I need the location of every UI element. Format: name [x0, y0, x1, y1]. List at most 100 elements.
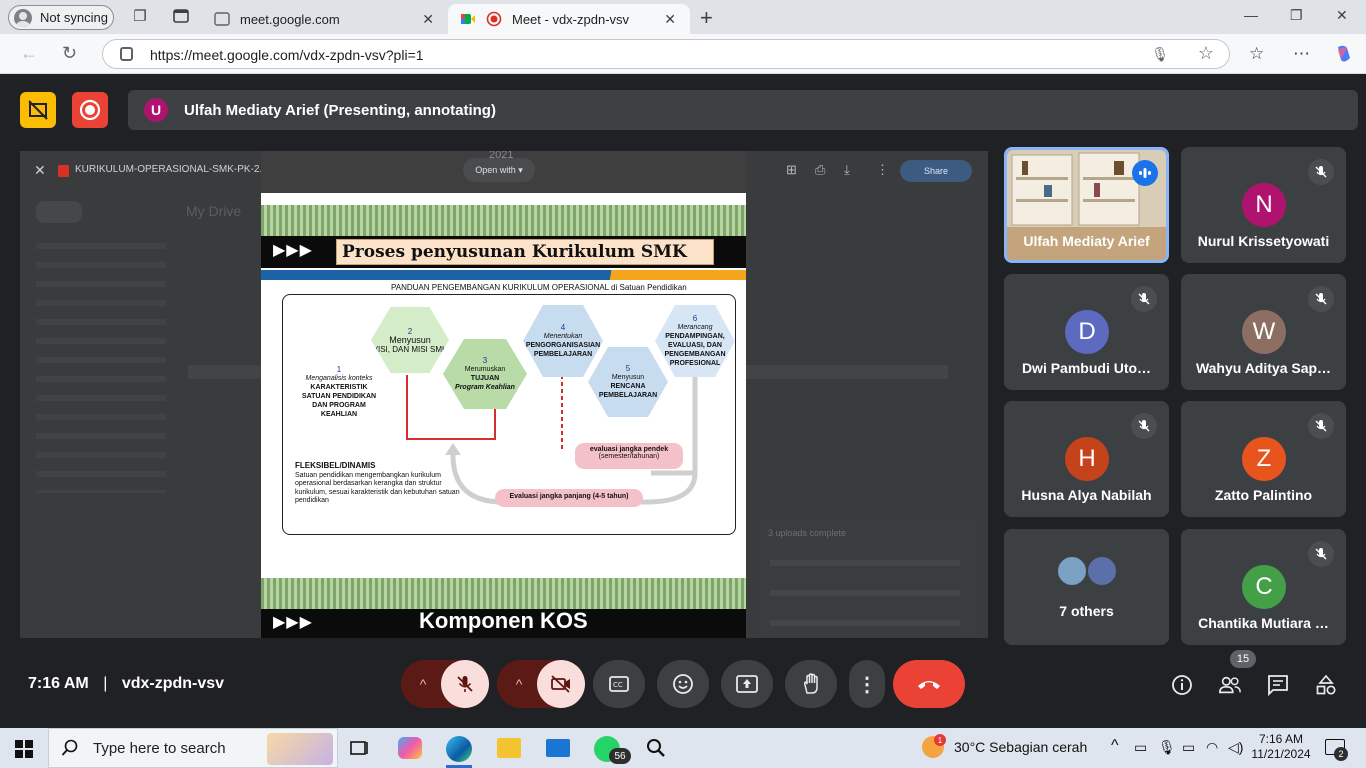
edge-browser-icon[interactable] [446, 736, 472, 762]
favorites-icon[interactable]: ☆ [1249, 44, 1264, 64]
speaking-indicator-icon [1132, 160, 1158, 186]
recording-icon [486, 11, 502, 27]
step-1-text: KARAKTERISTIK SATUAN PENDIDIKAN DAN PROG… [301, 384, 377, 418]
eval-short-pill: evaluasi jangka pendek (semester/tahunan… [575, 443, 683, 469]
reactions-button[interactable] [657, 660, 709, 708]
show-hidden-icons-icon[interactable]: ^ [1111, 737, 1119, 755]
step-3-number: 3 [482, 356, 488, 365]
present-stop-button[interactable] [20, 92, 56, 128]
volume-icon[interactable]: ◁) [1228, 739, 1243, 756]
taskbar-clock[interactable]: 7:16 AM 11/21/2024 [1251, 732, 1311, 762]
new-tab-icon[interactable]: + [700, 5, 713, 31]
activities-button[interactable] [1314, 673, 1338, 697]
camera-tray-icon[interactable]: ▭ [1134, 739, 1147, 756]
people-button[interactable] [1218, 673, 1242, 697]
captions-icon: CC [609, 676, 629, 692]
taskbar-search-box[interactable]: Type here to search [48, 728, 338, 768]
more-vert-icon: ⋮ [857, 673, 877, 696]
camera-toggle-button[interactable] [537, 660, 585, 708]
camera-off-icon [551, 675, 570, 693]
battery-icon[interactable]: ▭ [1182, 739, 1195, 756]
wifi-icon[interactable]: ◠ [1206, 739, 1218, 756]
others-label: 7 others [1059, 603, 1114, 619]
print-icon[interactable]: ⎙ [815, 162, 825, 178]
back-icon[interactable]: ← [20, 43, 38, 64]
profile-button[interactable]: Not syncing [8, 5, 114, 30]
favorite-star-icon[interactable]: ☆ [1198, 43, 1214, 64]
present-button[interactable] [721, 660, 773, 708]
mic-toggle-button[interactable] [441, 660, 489, 708]
workspaces-icon[interactable]: ❐ [131, 8, 149, 26]
windows-start-icon[interactable] [15, 740, 33, 763]
chat-icon [1268, 675, 1288, 696]
mic-icon[interactable]: 🎙 [1151, 46, 1169, 63]
step-1-number: 1 [336, 365, 342, 374]
restore-icon[interactable]: ❐ [1290, 7, 1303, 24]
audio-options-chevron-icon[interactable]: ^ [401, 660, 445, 708]
download-icon[interactable]: ⤓ [844, 162, 850, 178]
participant-tile-wahyu[interactable]: W Wahyu Aditya Sap… [1181, 274, 1346, 390]
tab-meet-call[interactable]: Meet - vdx-zpdn-vsv ✕ [448, 4, 690, 34]
participant-tile-zatto[interactable]: Z Zatto Palintino [1181, 401, 1346, 517]
green-stripe-banner [261, 205, 746, 236]
mic-tray-icon[interactable]: 🎙 [1158, 739, 1176, 756]
next-slide-stripe [261, 578, 746, 609]
participant-name: Nurul Krissetyowati [1197, 233, 1330, 249]
step-4-verb: Menentukan [543, 333, 583, 340]
close-viewer-icon[interactable]: ✕ [34, 162, 46, 179]
more-options-button[interactable]: ⋮ [849, 660, 885, 708]
participant-name: Dwi Pambudi Uto… [1021, 360, 1152, 376]
magnifier-app-icon[interactable] [646, 738, 666, 763]
copilot-icon[interactable] [1334, 44, 1354, 69]
more-menu-icon[interactable]: ⋯ [1293, 44, 1310, 64]
step-6-number: 6 [692, 314, 698, 323]
step-2-verb: Menyusun [389, 334, 431, 345]
meeting-details-button[interactable] [1170, 673, 1194, 697]
leave-call-button[interactable] [893, 660, 965, 708]
participant-tile-ulfah[interactable]: Ulfah Mediaty Arief [1004, 147, 1169, 263]
more-options-icon[interactable]: ⋮ [876, 162, 889, 178]
pdf-page: 2021 Open with ▾ ▶▶▶ Proses penyusunan K… [261, 151, 746, 638]
meeting-time: 7:16 AM [28, 675, 89, 692]
muted-mic-icon [1308, 159, 1334, 185]
weather-text[interactable]: 30°C Sebagian cerah [954, 739, 1087, 755]
minimize-icon[interactable]: — [1244, 7, 1258, 23]
chat-button[interactable] [1266, 673, 1290, 697]
close-tab-icon[interactable]: ✕ [664, 11, 676, 28]
close-window-icon[interactable]: ✕ [1336, 7, 1348, 24]
participant-tile-dwi[interactable]: D Dwi Pambudi Uto… [1004, 274, 1169, 390]
participant-avatar: W [1242, 310, 1286, 354]
next-slide-arrows-icon: ▶▶▶ [273, 614, 313, 631]
uploads-panel: 3 uploads complete [760, 518, 974, 638]
participant-tile-chantika[interactable]: C Chantika Mutiara … [1181, 529, 1346, 645]
task-view-icon[interactable] [350, 739, 370, 762]
copilot-taskbar-icon[interactable] [398, 737, 422, 759]
open-with-button[interactable]: Open with ▾ [463, 158, 535, 182]
url-field[interactable]: https://meet.google.com/vdx-zpdn-vsv?pli… [102, 39, 1230, 69]
hang-up-icon [918, 681, 940, 689]
vertical-tabs-icon[interactable] [172, 8, 190, 26]
captions-button[interactable]: CC [593, 660, 645, 708]
add-comment-icon[interactable]: ⊞ [786, 162, 797, 178]
slide-subtitle: PANDUAN PENGEMBANGAN KURIKULUM OPERASION… [391, 283, 687, 292]
file-explorer-icon[interactable] [497, 738, 521, 758]
raise-hand-button[interactable] [785, 660, 837, 708]
video-options-chevron-icon[interactable]: ^ [497, 660, 541, 708]
participant-avatar: Z [1242, 437, 1286, 481]
tab-meet-home[interactable]: meet.google.com ✕ [202, 4, 448, 34]
refresh-icon[interactable]: ↻ [62, 43, 77, 64]
close-tab-icon[interactable]: ✕ [422, 11, 434, 28]
address-bar-row: ← ↻ https://meet.google.com/vdx-zpdn-vsv… [0, 34, 1366, 74]
next-slide-title: Komponen KOS [419, 608, 588, 633]
participant-tile-others[interactable]: 7 others [1004, 529, 1169, 645]
flex-body: Satuan pendidikan mengembangkan kurikulu… [295, 471, 460, 505]
participant-tile-husna[interactable]: H Husna Alya Nabilah [1004, 401, 1169, 517]
share-button[interactable]: Share [900, 160, 972, 182]
mail-icon[interactable] [546, 739, 570, 757]
participant-tile-nurul[interactable]: N Nurul Krissetyowati [1181, 147, 1346, 263]
recording-button[interactable] [72, 92, 108, 128]
pdf-file-name: KURIKULUM-OPERASIONAL-SMK-PK-2.pdf [75, 164, 277, 175]
mic-control-group: ^ [401, 660, 489, 708]
windows-taskbar: Type here to search 56 1 30°C Sebagian c… [0, 728, 1366, 768]
color-band [261, 270, 746, 280]
